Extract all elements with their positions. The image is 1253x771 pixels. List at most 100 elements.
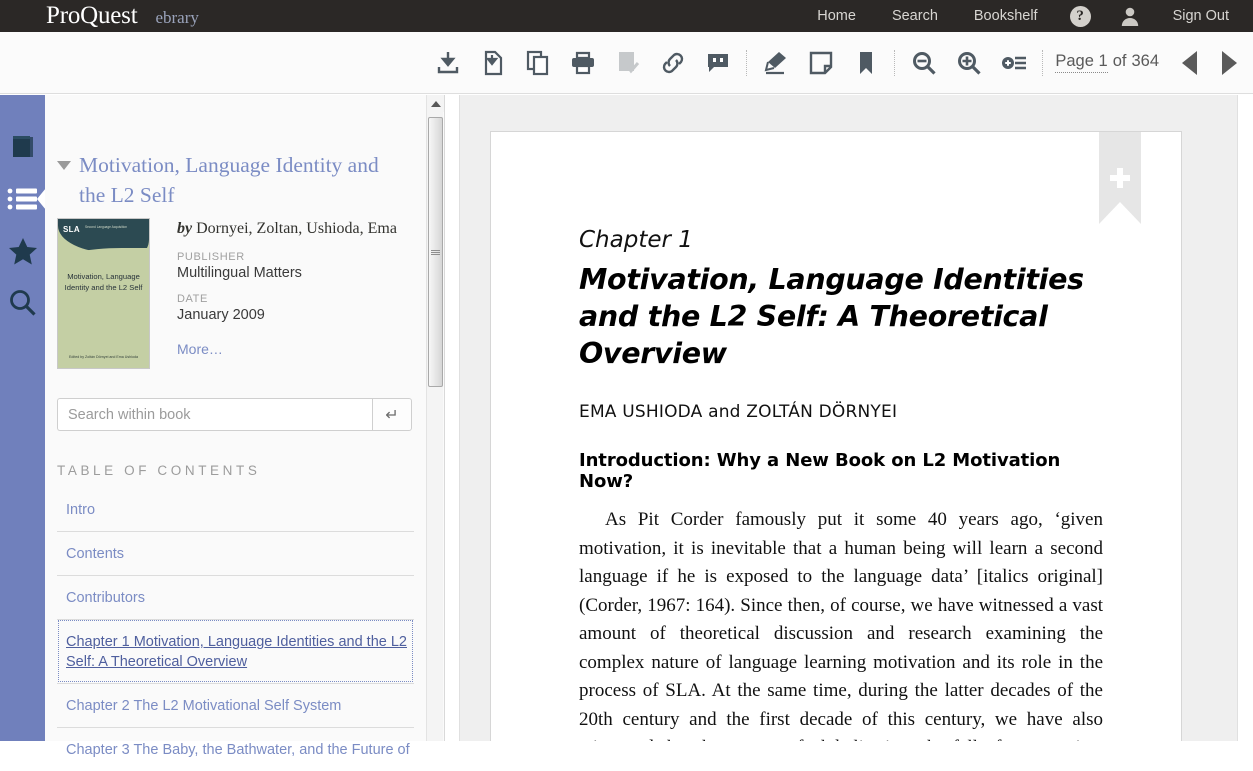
search-input[interactable] — [57, 398, 372, 431]
table-of-contents-list: Intro Contents Contributors Chapter 1 Mo… — [57, 490, 414, 771]
scrollbar-up-button[interactable] — [427, 95, 444, 112]
add-to-bookshelf-button[interactable] — [605, 40, 650, 86]
note-button[interactable] — [798, 40, 843, 86]
chapter-authors: EMA USHIODA and ZOLTÁN DÖRNYEI — [579, 402, 898, 422]
rail-item-book[interactable] — [0, 121, 45, 173]
page-number-value: 1 — [1098, 52, 1108, 70]
toc-item-label: Chapter 3 The Baby, the Bathwater, and t… — [66, 742, 410, 758]
page-content: Chapter 1 Motivation, Language Identitie… — [491, 132, 1181, 741]
toc-item-chapter-3[interactable]: Chapter 3 The Baby, the Bathwater, and t… — [57, 727, 414, 771]
book-title[interactable]: Motivation, Language Identity and the L2… — [79, 150, 387, 210]
bookmark-icon — [859, 51, 872, 74]
reader-background: Chapter 1 Motivation, Language Identitie… — [459, 95, 1238, 741]
rail-book-icon — [12, 136, 33, 157]
document-page[interactable]: Chapter 1 Motivation, Language Identitie… — [490, 131, 1182, 741]
publisher-label: PUBLISHER — [177, 251, 245, 263]
add-to-bookshelf-icon — [618, 51, 640, 73]
book-details: by Dornyei, Zoltan, Ushioda, Ema PUBLISH… — [177, 218, 397, 369]
scrollbar-thumb[interactable] — [428, 117, 443, 387]
top-nav: Home Search Bookshelf ? Sign Out — [799, 0, 1253, 32]
note-icon — [809, 51, 833, 74]
toc-item-contributors[interactable]: Contributors — [57, 575, 414, 619]
toc-item-label: Contents — [66, 546, 125, 562]
cite-button[interactable] — [695, 40, 740, 86]
page-number-field[interactable]: Page 1 — [1055, 52, 1108, 73]
reader-area: Chapter 1 Motivation, Language Identitie… — [446, 95, 1253, 741]
toc-item-label: Chapter 2 The L2 Motivational Self Syste… — [66, 698, 342, 714]
view-options-button[interactable] — [991, 40, 1036, 86]
collapse-triangle-icon[interactable] — [57, 161, 71, 170]
book-cover-thumbnail[interactable]: SLA Second Language Acquisition Motivati… — [57, 218, 150, 369]
help-button[interactable]: ? — [1056, 0, 1105, 32]
publisher-value: Multilingual Matters — [177, 265, 302, 281]
toc-item-label: Contributors — [66, 590, 145, 606]
toc-item-intro[interactable]: Intro — [57, 490, 414, 531]
page-of-label: of — [1112, 52, 1127, 70]
table-of-contents-label: TABLE OF CONTENTS — [57, 463, 261, 478]
cite-icon — [707, 53, 728, 72]
reader-toolbar: Page 1 of 364 — [0, 32, 1253, 94]
toc-item-contents[interactable]: Contents — [57, 531, 414, 575]
page-indicator: Page 1 of 364 — [1055, 52, 1159, 73]
help-icon: ? — [1069, 5, 1091, 27]
next-page-button[interactable] — [1209, 40, 1249, 86]
page-total-value: 364 — [1131, 52, 1159, 70]
account-button[interactable] — [1105, 0, 1155, 32]
sidebar-scrollbar[interactable] — [426, 95, 444, 741]
share-link-button[interactable] — [650, 40, 695, 86]
save-page-icon — [484, 50, 502, 75]
highlight-button[interactable] — [753, 40, 798, 86]
chevron-up-icon — [430, 100, 441, 107]
rail-star-icon — [8, 237, 37, 264]
user-icon — [1121, 7, 1138, 26]
bookmark-button[interactable] — [843, 40, 888, 86]
download-icon — [437, 51, 459, 73]
left-rail — [0, 95, 46, 741]
zoom-out-icon — [912, 51, 936, 75]
toolbar-divider-2 — [894, 49, 896, 76]
print-icon — [571, 51, 594, 74]
copy-button[interactable] — [515, 40, 560, 86]
proquest-logo: ProQuest — [46, 2, 138, 29]
search-submit-button[interactable]: ↵ — [372, 398, 412, 431]
toc-item-chapter-2[interactable]: Chapter 2 The L2 Motivational Self Syste… — [57, 683, 414, 727]
toolbar-divider-1 — [746, 49, 748, 76]
rail-contents-icon — [7, 188, 37, 210]
section-heading: Introduction: Why a New Book on L2 Motiv… — [579, 450, 1061, 492]
toc-item-chapter-1[interactable]: Chapter 1 Motivation, Language Identitie… — [57, 619, 414, 683]
toc-item-label: Intro — [66, 502, 96, 518]
nav-search[interactable]: Search — [874, 0, 956, 32]
zoom-out-button[interactable] — [901, 40, 946, 86]
cover-series-sublabel: Second Language Acquisition — [85, 225, 128, 229]
print-button[interactable] — [560, 40, 605, 86]
toolbar-divider-3 — [1042, 49, 1044, 76]
book-meta: SLA Second Language Acquisition Motivati… — [57, 218, 397, 369]
copy-icon — [526, 50, 548, 75]
by-prefix: by — [177, 220, 193, 237]
nav-home[interactable]: Home — [799, 0, 874, 32]
highlight-icon — [764, 51, 786, 74]
chapter-label: Chapter 1 — [579, 227, 693, 253]
rail-search-icon — [9, 290, 36, 316]
link-icon — [662, 52, 684, 73]
chevron-right-icon — [1221, 50, 1237, 75]
date-value: January 2009 — [177, 307, 265, 323]
plus-icon — [1110, 168, 1130, 188]
download-button[interactable] — [425, 40, 470, 86]
zoom-in-button[interactable] — [946, 40, 991, 86]
add-bookmark-ribbon[interactable] — [1099, 132, 1141, 224]
rail-item-search[interactable] — [0, 277, 45, 329]
body-paragraph: As Pit Corder famously put it some 40 ye… — [579, 509, 1103, 741]
rail-item-contents[interactable] — [0, 173, 46, 225]
top-bar: ProQuest ebrary Home Search Bookshelf ? … — [0, 0, 1253, 32]
cover-title: Motivation, Language Identity and the L2… — [64, 272, 143, 292]
more-link[interactable]: More… — [177, 341, 223, 357]
search-within-book: ↵ — [57, 398, 412, 431]
brand[interactable]: ProQuest ebrary — [46, 2, 199, 30]
nav-bookshelf[interactable]: Bookshelf — [956, 0, 1056, 32]
ebrary-label: ebrary — [155, 8, 199, 27]
previous-page-button[interactable] — [1169, 40, 1209, 86]
rail-item-favorites[interactable] — [0, 225, 45, 277]
sign-out-link[interactable]: Sign Out — [1155, 0, 1247, 32]
save-page-button[interactable] — [470, 40, 515, 86]
